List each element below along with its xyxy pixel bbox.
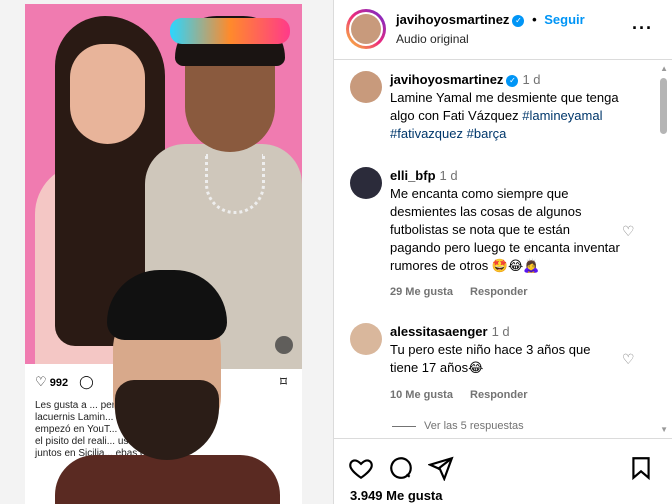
comment-meta: 10 Me gusta Responder — [390, 389, 528, 401]
replies-divider-line — [392, 425, 416, 427]
reply-button[interactable]: Responder — [470, 286, 527, 298]
comment-avatar[interactable] — [350, 71, 382, 103]
verified-badge-icon: ✓ — [506, 74, 519, 87]
comment-username[interactable]: elli_bfp — [390, 168, 436, 183]
like-comment-heart-icon[interactable]: ♡ — [622, 224, 636, 238]
comment-icon: ◯ — [79, 374, 94, 389]
hashtag-link[interactable]: #lamineyamal — [522, 108, 602, 123]
comment-likes[interactable]: 10 Me gusta — [390, 389, 453, 401]
comment-text: Me encanta como siempre que desmientes l… — [390, 186, 620, 273]
total-likes[interactable]: 3.949 Me gusta — [350, 488, 443, 503]
comment-time: 1 d — [491, 324, 510, 339]
comments-list: javihoyosmartinez ✓ 1 d Lamine Yamal me de… — [334, 61, 672, 437]
comment-item: alessitasaenger 1 d Tu pero este niño hac… — [390, 323, 620, 377]
embedded-likes-count: 992 — [49, 377, 69, 389]
view-replies-label[interactable]: Ver las 5 respuestas — [424, 420, 524, 432]
comment-avatar[interactable] — [350, 167, 382, 199]
save-bookmark-icon[interactable] — [628, 455, 654, 481]
comment-time: 1 d — [522, 72, 541, 87]
follow-button[interactable]: Seguir — [544, 12, 584, 27]
verified-badge-icon: ✓ — [512, 14, 525, 27]
necklace — [205, 154, 265, 214]
more-options-icon[interactable]: ··· — [632, 18, 653, 39]
sunglasses — [170, 18, 290, 44]
author-line: javihoyosmartinez ✓ • Seguir — [396, 12, 585, 27]
comment-meta: 29 Me gusta Responder — [390, 286, 528, 298]
view-replies-button[interactable]: Ver las 5 respuestas — [392, 420, 524, 432]
hashtag-link[interactable]: #barça — [467, 126, 507, 141]
scroll-down-arrow-icon[interactable]: ▼ — [660, 425, 668, 434]
hashtag-link[interactable]: #fativazquez — [390, 126, 463, 141]
author-username[interactable]: javihoyosmartinez — [396, 12, 509, 27]
post-footer: 3.949 Me gusta — [334, 438, 672, 504]
scrollbar-thumb[interactable] — [660, 78, 667, 134]
mute-icon[interactable] — [275, 336, 293, 354]
comment-likes[interactable]: 29 Me gusta — [390, 286, 453, 298]
comment-username[interactable]: javihoyosmartinez — [390, 72, 503, 87]
author-avatar[interactable] — [346, 9, 386, 49]
scroll-up-arrow-icon[interactable]: ▲ — [660, 64, 668, 73]
comment-item: elli_bfp 1 d Me encanta como siempre que … — [390, 167, 620, 275]
woman-face — [70, 44, 145, 144]
like-heart-icon[interactable] — [348, 455, 374, 481]
comment-avatar[interactable] — [350, 323, 382, 355]
comment-text: Tu pero este niño hace 3 años que tiene … — [390, 342, 591, 375]
post-media[interactable]: ♡ 992 ◯ ⌑ Les gusta a ... personas lacue… — [0, 0, 333, 504]
presenter-hair — [107, 270, 227, 340]
heart-icon: ♡ — [35, 374, 47, 389]
reply-button[interactable]: Responder — [470, 389, 527, 401]
comment-time: 1 d — [439, 168, 458, 183]
like-comment-heart-icon[interactable]: ♡ — [622, 352, 636, 366]
presenter-beard — [115, 380, 219, 460]
caption-comment: javihoyosmartinez ✓ 1 d Lamine Yamal me de… — [390, 71, 630, 143]
comments-panel: javihoyosmartinez ✓ • Seguir Audio origin… — [333, 0, 672, 504]
comment-bubble-icon[interactable] — [388, 455, 414, 481]
presenter-overlay — [55, 270, 280, 504]
post-header: javihoyosmartinez ✓ • Seguir Audio origin… — [334, 0, 672, 60]
separator-dot: • — [532, 12, 537, 27]
audio-label[interactable]: Audio original — [396, 32, 469, 46]
presenter-shirt — [55, 455, 280, 504]
comment-username[interactable]: alessitasaenger — [390, 324, 488, 339]
bookmark-icon: ⌑ — [279, 374, 287, 389]
share-send-icon[interactable] — [428, 455, 454, 481]
